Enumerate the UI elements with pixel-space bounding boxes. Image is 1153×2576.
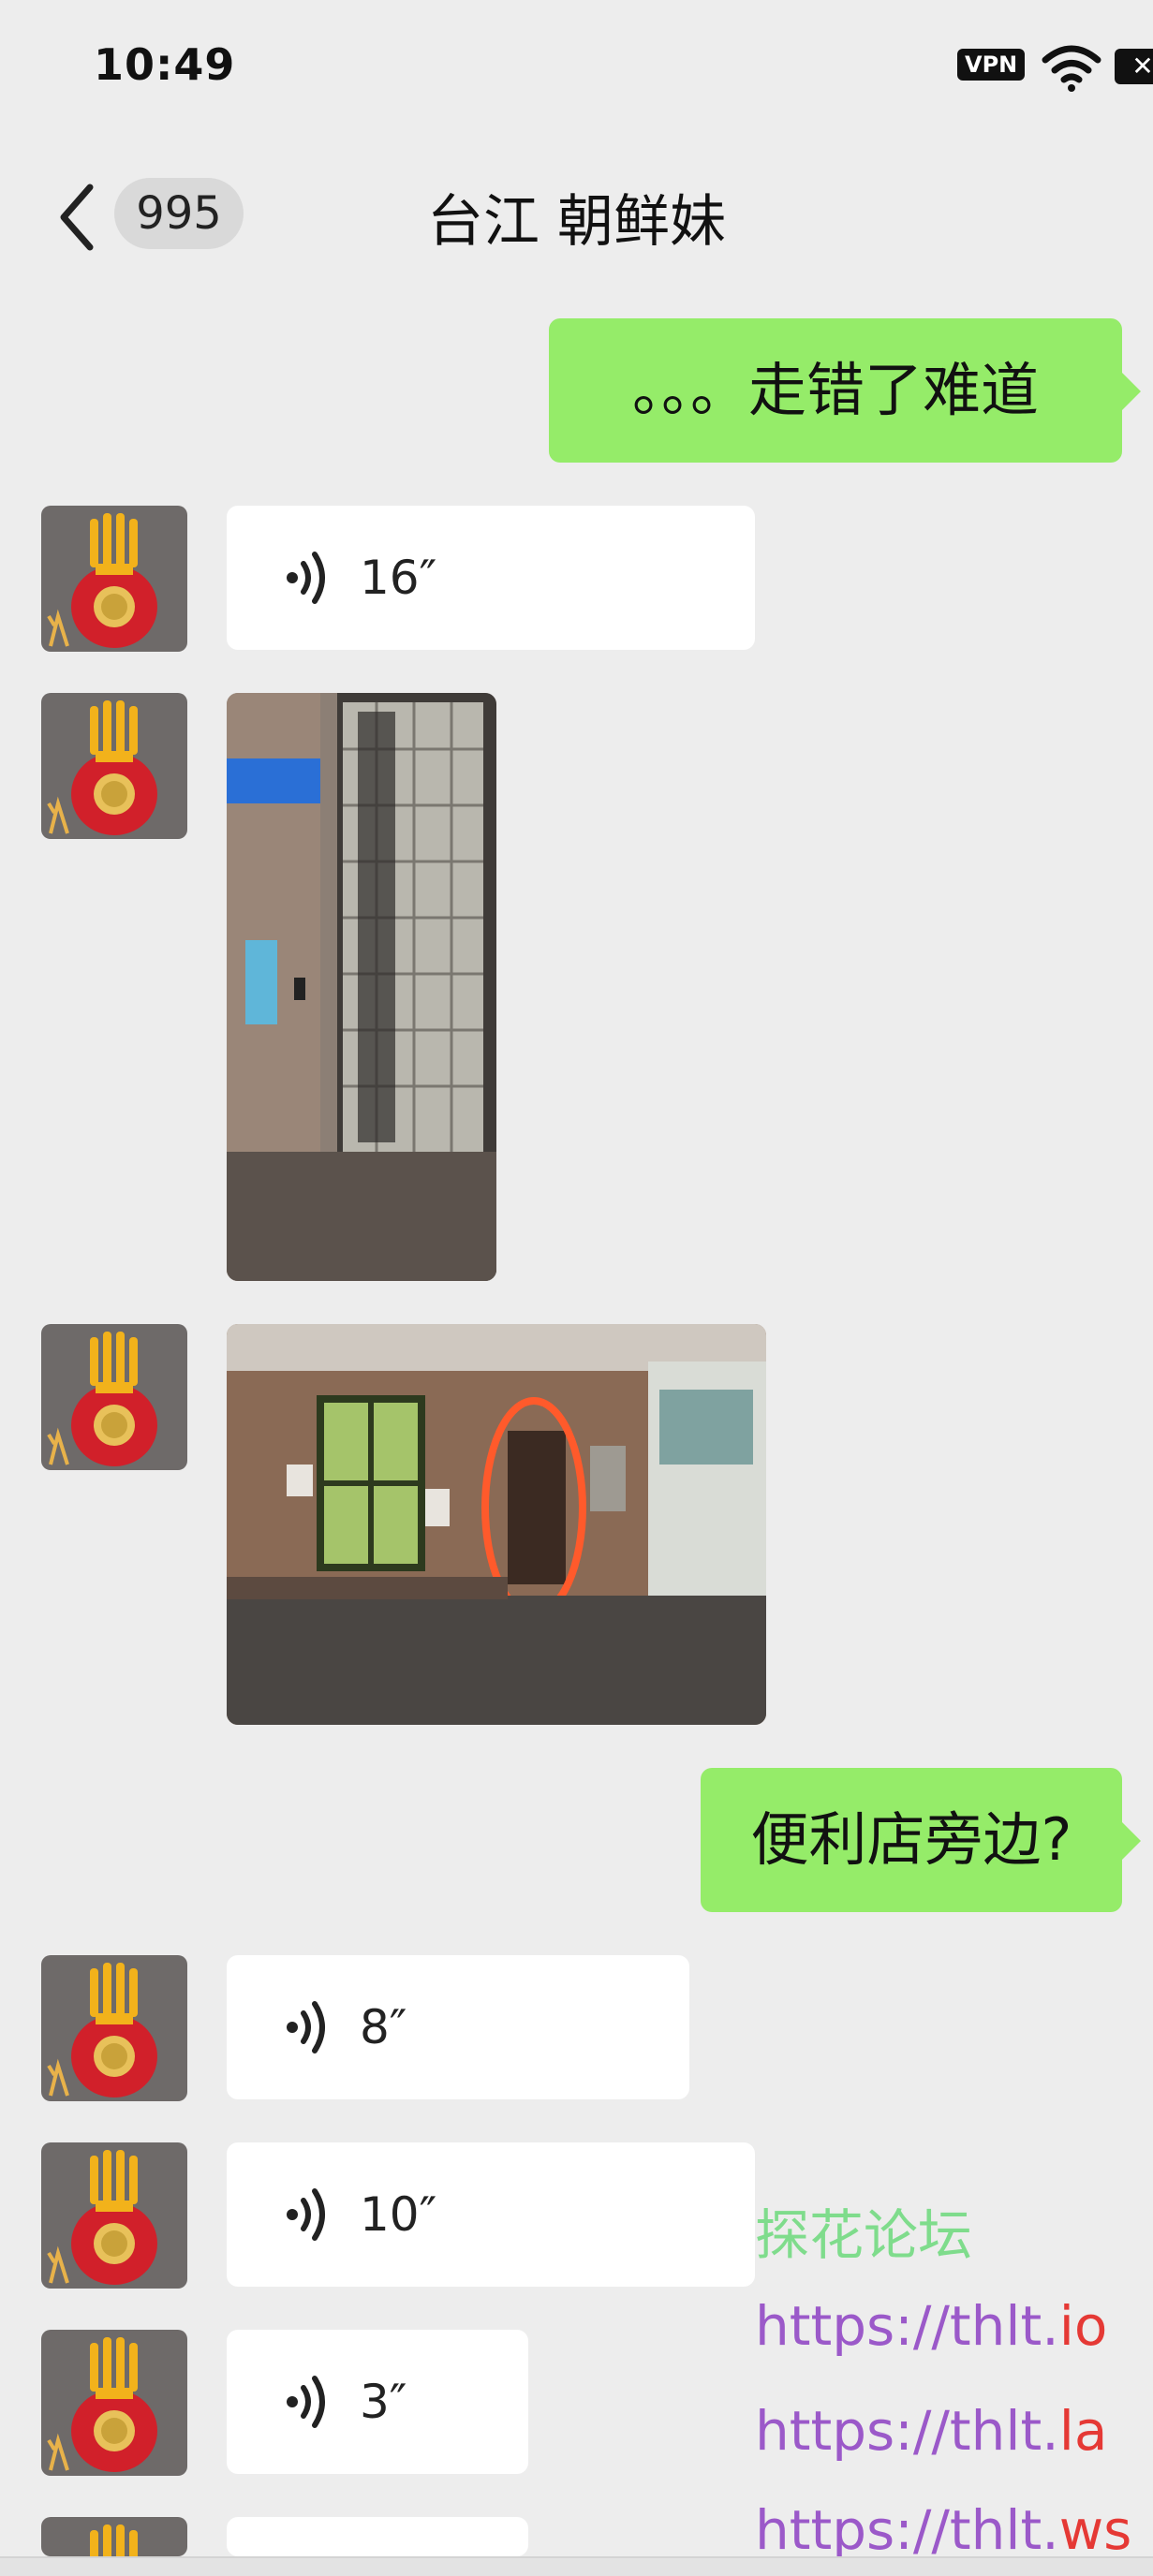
watermark-name: 探花论坛 (755, 2203, 973, 2267)
voice-wave-icon (287, 2188, 325, 2241)
chat-header: 995 台江 朝鲜妹 (0, 140, 1153, 290)
watermark-link-base: https://thlt. (755, 2498, 1059, 2562)
voice-message-bubble[interactable]: 16″ (227, 506, 755, 650)
voice-message-bubble[interactable]: 10″ (227, 2142, 755, 2287)
lucky-bag-avatar-icon (41, 1955, 187, 2101)
chat-title: 台江 朝鲜妹 (426, 189, 727, 255)
voice-wave-icon (287, 2001, 325, 2053)
voice-message-bubble[interactable]: 3″ (227, 2330, 528, 2474)
battery-close-icon: ✕ (1115, 49, 1153, 84)
lucky-bag-avatar-icon (41, 1324, 187, 1470)
outgoing-text-bubble[interactable]: 便利店旁边? (701, 1768, 1141, 1912)
watermark-link: https://thlt.io (755, 2294, 1107, 2358)
lucky-bag-avatar-icon (41, 506, 187, 652)
watermark-link-base: https://thlt. (755, 2294, 1059, 2358)
image-message[interactable] (227, 693, 496, 1281)
voice-message-bubble[interactable] (227, 2517, 528, 2556)
watermark-link-tld: ws (1058, 2498, 1132, 2562)
voice-duration: 16″ (360, 551, 437, 605)
lucky-bag-avatar-icon (41, 693, 187, 839)
contact-avatar[interactable] (41, 1324, 187, 1470)
watermark-link-base: https://thlt. (755, 2399, 1059, 2463)
voice-duration: 10″ (360, 2187, 437, 2242)
contact-avatar[interactable] (41, 2142, 187, 2289)
voice-wave-icon (287, 2376, 325, 2428)
contact-avatar[interactable] (41, 2330, 187, 2476)
voice-message-bubble[interactable]: 8″ (227, 1955, 689, 2099)
lucky-bag-avatar-icon (41, 2142, 187, 2289)
status-time: 10:49 (94, 39, 236, 90)
contact-avatar[interactable] (41, 506, 187, 652)
voice-duration: 3″ (360, 2375, 407, 2429)
contact-avatar[interactable] (41, 1955, 187, 2101)
lucky-bag-avatar-icon (41, 2330, 187, 2476)
lobby-photo-image (227, 1324, 766, 1725)
status-bar: 10:49 VPN ✕ (0, 0, 1153, 140)
wifi-icon (1042, 45, 1101, 92)
lucky-bag-avatar-icon (41, 2517, 187, 2556)
contact-avatar[interactable] (41, 2517, 187, 2556)
watermark-link-tld: io (1058, 2294, 1108, 2358)
vpn-icon: VPN (957, 49, 1026, 81)
message-text: 。。。走错了难道 (631, 356, 1039, 424)
watermark-link-tld: la (1058, 2399, 1108, 2463)
voice-wave-icon (287, 552, 325, 604)
bottom-divider (0, 2556, 1153, 2576)
message-text: 便利店旁边? (750, 1805, 1072, 1874)
contact-avatar[interactable] (41, 693, 187, 839)
message-list: 。。。走错了难道 16″ 便利店旁边? 8″ 10″ 3″ 探花论坛 https… (0, 290, 1153, 2562)
outgoing-text-bubble[interactable]: 。。。走错了难道 (549, 318, 1141, 463)
image-message[interactable] (227, 1324, 766, 1725)
voice-duration: 8″ (360, 2000, 407, 2054)
watermark-link: https://thlt.la (755, 2399, 1107, 2463)
door-photo-image (227, 693, 496, 1281)
watermark-link: https://thlt.ws (755, 2498, 1131, 2562)
